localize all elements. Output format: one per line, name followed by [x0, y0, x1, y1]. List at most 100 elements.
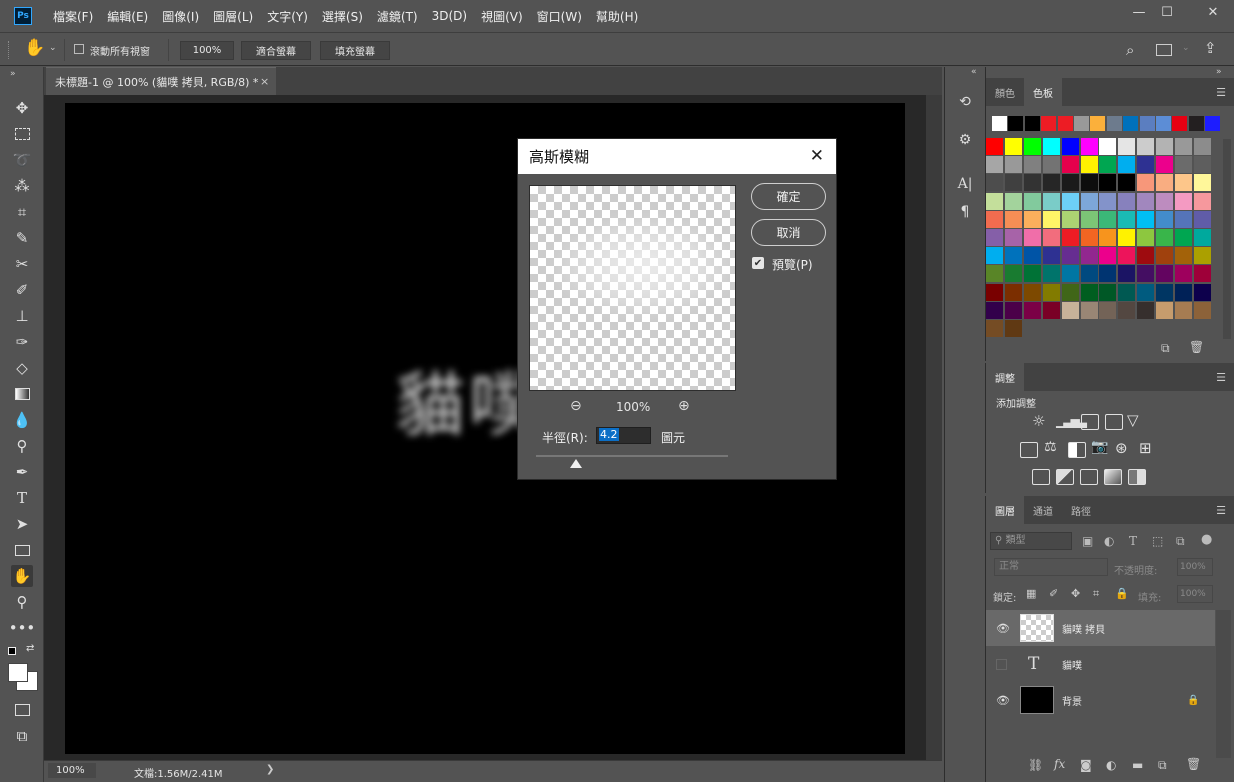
fill-field[interactable]: 100%: [1177, 585, 1213, 603]
color-swatch[interactable]: [1080, 210, 1098, 228]
layers-scrollbar[interactable]: [1216, 610, 1231, 758]
color-swatch[interactable]: [1137, 265, 1155, 283]
color-swatch[interactable]: [1118, 229, 1136, 246]
color-swatch[interactable]: [1004, 229, 1022, 246]
fill-screen-button[interactable]: 填充螢幕: [320, 41, 390, 60]
color-swatch[interactable]: [1156, 116, 1171, 131]
layer-name[interactable]: 背景: [1062, 693, 1082, 708]
brightness-contrast-icon[interactable]: ☼: [1032, 412, 1045, 430]
color-swatch[interactable]: [1137, 192, 1155, 210]
channel-mixer-icon[interactable]: ⊛: [1115, 439, 1128, 457]
hue-saturation-icon[interactable]: [1020, 442, 1038, 458]
new-swatch-icon[interactable]: ⧉: [1161, 341, 1170, 356]
menu-select[interactable]: 選擇(S): [315, 0, 370, 32]
color-swatch[interactable]: [1023, 174, 1041, 192]
share-icon[interactable]: ⇪: [1204, 39, 1217, 57]
hand-tool-icon[interactable]: ✋: [24, 38, 45, 58]
color-swatch[interactable]: [1172, 116, 1188, 131]
lock-position-icon[interactable]: ✥: [1071, 587, 1080, 600]
color-swatch[interactable]: [1023, 192, 1041, 210]
color-swatch[interactable]: [1118, 301, 1136, 319]
menu-filter[interactable]: 濾鏡(T): [370, 0, 425, 32]
lasso-tool-icon[interactable]: ➰: [11, 149, 33, 171]
filter-type-icon[interactable]: T: [1129, 534, 1137, 548]
color-swatch[interactable]: [1023, 265, 1041, 283]
color-swatch[interactable]: [1099, 247, 1117, 265]
screen-mode-icon[interactable]: ⧉: [11, 725, 33, 747]
color-swatch[interactable]: [1061, 229, 1079, 246]
eraser-tool-icon[interactable]: ◇: [11, 357, 33, 379]
tab-layers[interactable]: 圖層: [986, 496, 1024, 524]
blend-mode-dropdown[interactable]: 正常: [994, 558, 1108, 576]
fit-screen-button[interactable]: 適合螢幕: [241, 41, 311, 60]
menu-view[interactable]: 視圖(V): [474, 0, 530, 32]
layer-row[interactable]: 👁 貓噗 拷貝: [986, 610, 1215, 646]
color-swatch[interactable]: [1118, 174, 1136, 192]
color-swatch[interactable]: [1099, 192, 1117, 210]
lock-all-icon[interactable]: 🔒: [1115, 587, 1129, 600]
history-panel-icon[interactable]: ⟲: [953, 91, 977, 113]
filter-adjustment-icon[interactable]: ◐: [1104, 534, 1114, 548]
color-swatch[interactable]: [1004, 265, 1022, 283]
exposure-icon[interactable]: [1105, 414, 1123, 430]
new-layer-icon[interactable]: ⧉: [1158, 758, 1167, 773]
threshold-icon[interactable]: [1080, 469, 1098, 485]
color-swatch[interactable]: [1139, 116, 1155, 131]
color-lookup-icon[interactable]: ⊞: [1139, 439, 1152, 457]
workspace-icon[interactable]: [1156, 44, 1172, 56]
color-swatch[interactable]: [1118, 210, 1136, 228]
color-swatch[interactable]: [1123, 116, 1139, 131]
crop-tool-icon[interactable]: ⌗: [11, 201, 33, 223]
color-swatch[interactable]: [1118, 156, 1136, 174]
color-swatch[interactable]: [1175, 247, 1192, 265]
color-swatch[interactable]: [986, 174, 1003, 192]
character-panel-icon[interactable]: A|: [953, 173, 977, 195]
preview-window[interactable]: [529, 185, 736, 391]
cancel-button[interactable]: 取消: [751, 219, 826, 246]
status-menu-arrow-icon[interactable]: ❯: [266, 764, 274, 775]
color-swatch[interactable]: [1008, 116, 1024, 131]
color-swatch[interactable]: [986, 301, 1003, 319]
properties-panel-icon[interactable]: ⚙: [953, 129, 977, 151]
color-swatch[interactable]: [1042, 229, 1060, 246]
layer-row[interactable]: 👁 背景 🔒: [986, 682, 1215, 718]
zoom-tool-icon[interactable]: ⚲: [11, 591, 33, 613]
color-swatch[interactable]: [986, 138, 1003, 155]
color-swatch[interactable]: [1193, 192, 1211, 210]
black-white-icon[interactable]: [1068, 442, 1086, 458]
swatches-scrollbar[interactable]: [1223, 139, 1231, 339]
color-swatch[interactable]: [1024, 116, 1040, 131]
close-icon[interactable]: ✕: [810, 146, 824, 166]
color-swatch[interactable]: [1061, 192, 1079, 210]
gradient-tool-icon[interactable]: [11, 383, 33, 405]
blur-tool-icon[interactable]: 💧: [11, 409, 33, 431]
default-colors-icon[interactable]: [8, 647, 16, 655]
color-swatch[interactable]: [1193, 174, 1211, 192]
color-swatch[interactable]: [1156, 156, 1174, 174]
swap-colors-icon[interactable]: ⇄: [26, 643, 34, 654]
color-swatch[interactable]: [1175, 265, 1192, 283]
zoom-level-field[interactable]: 100%: [48, 763, 96, 778]
color-swatch[interactable]: [1156, 283, 1174, 301]
lock-transparent-icon[interactable]: ▦: [1026, 587, 1036, 600]
color-swatch[interactable]: [1156, 174, 1174, 192]
foreground-color-swatch[interactable]: [8, 663, 28, 682]
color-swatch[interactable]: [1099, 174, 1117, 192]
color-swatch[interactable]: [1137, 210, 1155, 228]
color-swatch[interactable]: [1023, 229, 1041, 246]
color-swatch[interactable]: [1042, 156, 1060, 174]
color-swatch[interactable]: [1193, 265, 1211, 283]
dodge-tool-icon[interactable]: ⚲: [11, 435, 33, 457]
color-swatch[interactable]: [1023, 156, 1041, 174]
radius-slider-thumb[interactable]: [570, 459, 583, 468]
tab-channels[interactable]: 通道: [1024, 496, 1062, 524]
color-swatch[interactable]: [1061, 247, 1079, 265]
selective-color-icon[interactable]: [1128, 469, 1146, 485]
color-swatch[interactable]: [1057, 116, 1073, 131]
color-swatch[interactable]: [986, 156, 1003, 174]
healing-brush-tool-icon[interactable]: ✂: [11, 253, 33, 275]
color-swatch[interactable]: [1156, 301, 1174, 319]
document-tab[interactable]: 未標題-1 @ 100% (貓噗 拷貝, RGB/8) * ×: [46, 67, 276, 95]
color-swatch[interactable]: [1080, 229, 1098, 246]
color-swatch[interactable]: [1118, 138, 1136, 155]
